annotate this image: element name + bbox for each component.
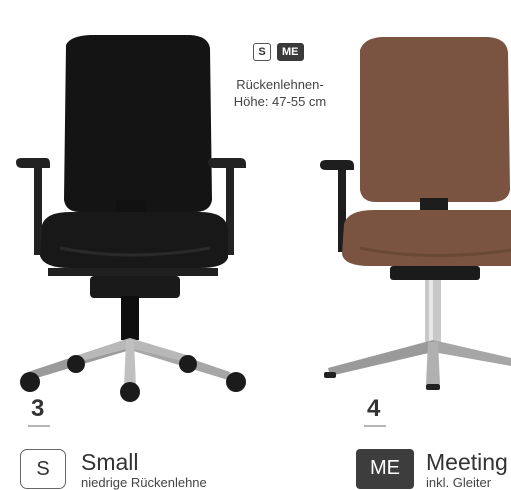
product-subtitle: inkl. Gleiter: [426, 475, 492, 490]
office-chair-black-image: [16, 35, 246, 402]
backrest-height-line2: Höhe: 47-55 cm: [233, 94, 327, 109]
size-code-box: ME: [356, 449, 414, 489]
product-subtitle: niedrige Rückenlehne: [81, 475, 207, 490]
size-badge-s: S: [253, 43, 271, 61]
backrest-height-line1: Rückenlehnen-: [236, 77, 324, 92]
number-underline: [28, 425, 50, 427]
product-title[interactable]: Meeting: [426, 449, 508, 475]
meeting-chair-brown-image: [320, 37, 511, 390]
number-underline: [364, 425, 386, 427]
size-code-box: S: [20, 449, 66, 489]
product-title[interactable]: Small: [81, 449, 139, 475]
size-badge-me: ME: [277, 43, 304, 61]
product-number: 3: [31, 395, 45, 422]
product-number: 4: [367, 395, 381, 422]
backrest-height-info: Rückenlehnen- Höhe: 47-55 cm: [210, 76, 350, 110]
